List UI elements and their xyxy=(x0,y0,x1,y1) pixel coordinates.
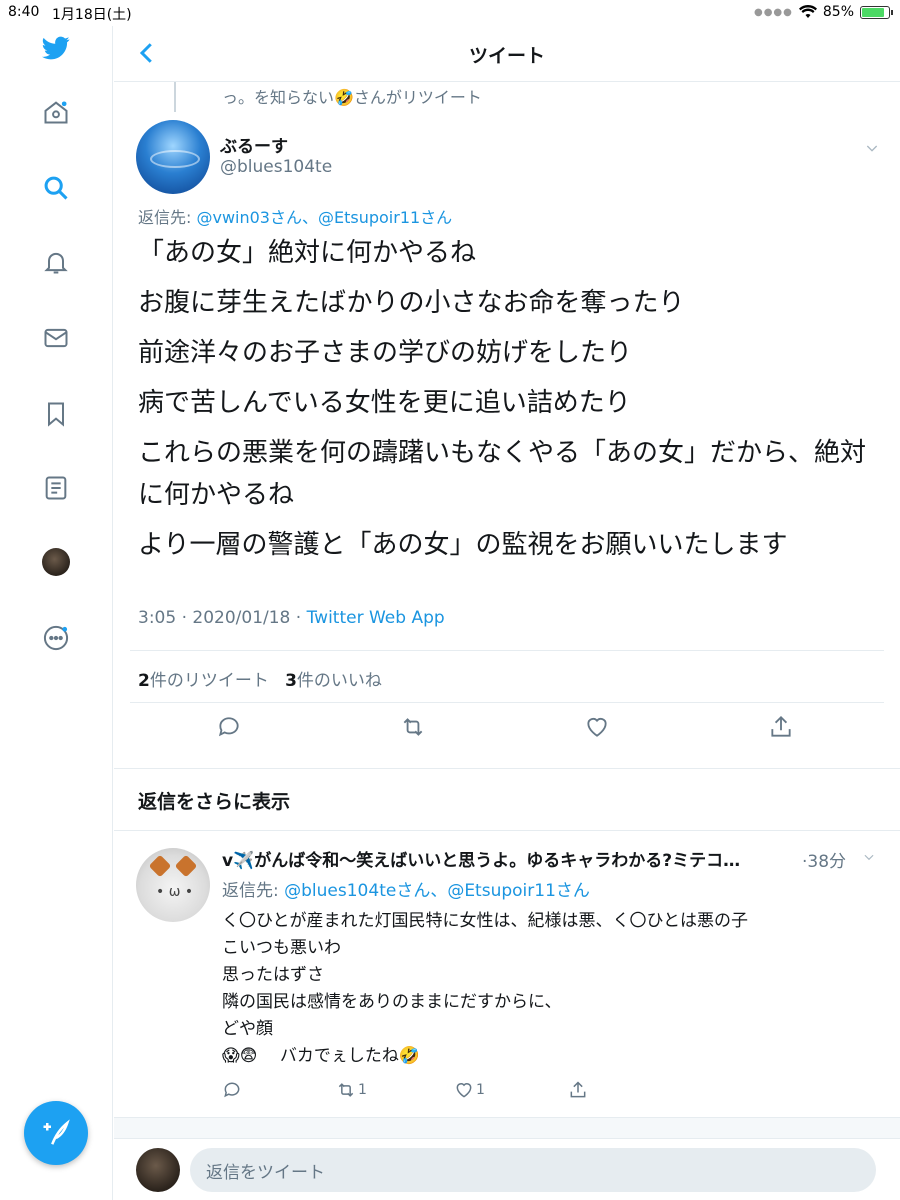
battery-percent: 85% xyxy=(822,4,854,20)
reply-to-prefix: 返信先: xyxy=(222,881,285,901)
tweet-meta: 3:05 · 2020/01/18 · Twitter Web App xyxy=(138,608,445,628)
tweet-timestamp: 3:05 · 2020/01/18 · xyxy=(138,608,307,628)
reply-author-avatar[interactable]: • ω • xyxy=(136,848,210,922)
reply-to-users[interactable]: @blues104teさん、@Etsupoir11さん xyxy=(284,881,590,901)
retweet-icon xyxy=(338,1083,354,1097)
reply-retweet-count: 1 xyxy=(358,1082,367,1098)
home-icon[interactable] xyxy=(40,96,72,128)
search-icon[interactable] xyxy=(40,172,72,204)
reply-to: 返信先: @vwin03さん、@Etsupoir11さん xyxy=(138,204,452,228)
reply-reply-to: 返信先: @blues104teさん、@Etsupoir11さん xyxy=(222,876,590,901)
reply-like-count: 1 xyxy=(476,1082,485,1098)
reply-text: く〇ひとが産まれた灯国民特に女性は、紀様は悪、く〇ひとは悪の子 こいつも悪いわ … xyxy=(222,908,862,1070)
reply-to-users[interactable]: @vwin03さん、@Etsupoir11さん xyxy=(196,208,452,227)
tweet-line: 「あの女」絶対に何かやるね xyxy=(138,238,477,268)
reply-share-button[interactable] xyxy=(568,1080,588,1100)
reply-actions: 1 1 xyxy=(222,1080,642,1102)
author-avatar[interactable] xyxy=(136,120,210,194)
share-icon xyxy=(570,1081,586,1098)
tweet-line: 前途洋々のお子さまの学びの妨げをしたり xyxy=(138,338,633,368)
retweet-count[interactable]: 2 xyxy=(138,671,150,691)
divider xyxy=(114,768,900,769)
reply-line: く〇ひとが産まれた灯国民特に女性は、紀様は悪、く〇ひとは悪の子 xyxy=(222,911,748,931)
reply-icon xyxy=(224,1082,240,1098)
tweet-source[interactable]: Twitter Web App xyxy=(307,608,445,628)
reply-line: こいつも悪いわ xyxy=(222,938,341,958)
divider xyxy=(114,830,900,831)
reply-line: 😱😨 バカでぇしたね🤣 xyxy=(222,1046,421,1066)
retweet-icon[interactable] xyxy=(400,714,426,740)
tweet-line: お腹に芽生えたばかりの小さなお命を奪ったり xyxy=(138,288,685,318)
compose-icon xyxy=(43,1119,70,1145)
reply-reply-button[interactable] xyxy=(222,1080,242,1100)
reply-time: ·38分 xyxy=(802,852,847,872)
reply-line: どや顔 xyxy=(222,1019,273,1039)
divider xyxy=(130,650,884,651)
divider xyxy=(130,702,884,703)
status-bar: 8:40 1月18日(土) ●●●● 85% xyxy=(0,0,900,26)
more-replies-heading: 返信をさらに表示 xyxy=(138,791,291,813)
reply-input[interactable]: 返信をツイート xyxy=(190,1148,876,1192)
author-handle[interactable]: @blues104te xyxy=(220,157,332,177)
tweet-line: 病で苦しんでいる女性を更に追い詰めたり xyxy=(138,388,631,418)
like-icon[interactable] xyxy=(584,714,610,740)
twitter-logo-icon[interactable] xyxy=(40,32,72,64)
reply-author-name[interactable]: v✈️がんば令和〜笑えばいいと思うよ。ゆるキャラわかる?ミテコ… xyxy=(222,846,790,871)
thread-line xyxy=(174,82,176,112)
reply-line: 思ったはずさ xyxy=(222,965,324,985)
page-title: ツイート xyxy=(468,45,545,67)
tweet-line: より一層の警護と「あの女」の監視をお願いいたします xyxy=(138,530,788,560)
tweet-actions xyxy=(114,714,900,744)
bell-icon[interactable] xyxy=(40,246,72,278)
bookmark-icon[interactable] xyxy=(40,398,72,430)
like-count[interactable]: 3 xyxy=(285,671,297,691)
tweet-text: 「あの女」絶対に何かやるね お腹に芽生えたばかりの小さなお命を奪ったり 前途洋々… xyxy=(138,232,878,574)
more-icon[interactable] xyxy=(40,622,72,654)
wifi-icon xyxy=(798,5,817,18)
author-name[interactable]: ぶるーす xyxy=(220,132,288,157)
sidebar xyxy=(0,26,113,1200)
reply-line: 隣の国民は感情をありのままにだすからに、 xyxy=(222,992,562,1012)
chevron-down-icon[interactable] xyxy=(862,850,876,864)
profile-avatar[interactable] xyxy=(40,546,72,578)
retweet-context[interactable]: っ。を知らない🤣さんがリツイート xyxy=(222,84,482,108)
reply-like-button[interactable]: 1 xyxy=(454,1080,485,1100)
chevron-down-icon[interactable] xyxy=(864,140,880,156)
status-time: 8:40 xyxy=(8,4,40,20)
compose-button[interactable] xyxy=(24,1101,88,1165)
signal-icon: ●●●● xyxy=(753,6,793,18)
header: ツイート xyxy=(114,26,900,82)
like-label[interactable]: 件のいいね xyxy=(297,671,382,691)
reply-composer: 返信をツイート xyxy=(114,1138,900,1200)
retweet-label[interactable]: 件のリツイート xyxy=(150,671,269,691)
reply-retweet-button[interactable]: 1 xyxy=(336,1080,367,1100)
reply-icon[interactable] xyxy=(216,714,242,740)
like-icon xyxy=(456,1083,472,1098)
reply-to-prefix: 返信先: xyxy=(138,208,197,227)
my-avatar[interactable] xyxy=(136,1148,180,1192)
mail-icon[interactable] xyxy=(40,322,72,354)
tweet-line: これらの悪業を何の躊躇いもなくやる「あの女」だから、絶対に何かやるね xyxy=(138,438,867,510)
battery-icon xyxy=(860,5,893,19)
share-icon[interactable] xyxy=(768,714,794,740)
tweet-stats: 2件のリツイート 3件のいいね xyxy=(138,666,382,691)
list-icon[interactable] xyxy=(40,472,72,504)
status-date: 1月18日(土) xyxy=(52,7,132,23)
